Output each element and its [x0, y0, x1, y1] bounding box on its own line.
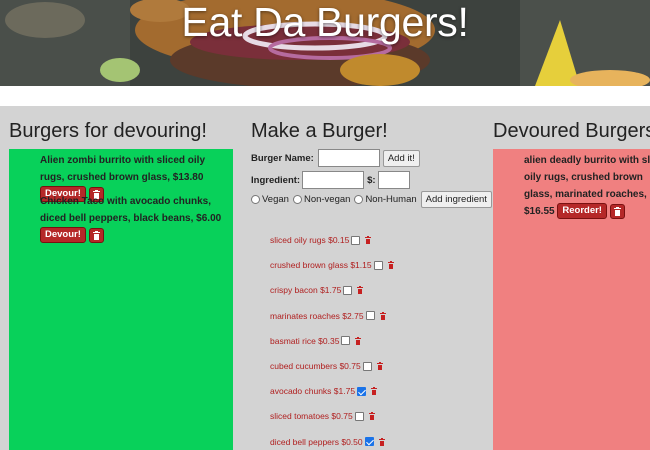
ingredient-item: basmati rice $0.35 — [270, 335, 362, 347]
add-it-button[interactable]: Add it! — [382, 149, 420, 167]
ingredient-checkbox[interactable] — [341, 336, 351, 346]
ingredient-checkbox[interactable] — [365, 311, 375, 321]
ingredient-item: crispy bacon $1.75 — [270, 284, 364, 296]
ingredient-label: sliced oily rugs $0.15 — [270, 235, 350, 245]
radio-non-human[interactable] — [354, 195, 364, 204]
trash-icon — [613, 206, 621, 216]
ingredient-item: sliced tomatoes $0.75 — [270, 410, 375, 422]
banner-divider — [0, 86, 650, 106]
price-label: $: — [367, 174, 376, 186]
burger-description: Alien zombi burrito with sliced oily rug… — [40, 155, 206, 183]
devour-button[interactable]: Devour! — [40, 227, 86, 244]
trash-icon[interactable] — [357, 286, 364, 295]
ingredient-item: sliced oily rugs $0.15 — [270, 234, 372, 246]
radio-non-vegan[interactable] — [292, 195, 302, 204]
ingredient-label: crispy bacon $1.75 — [270, 285, 342, 296]
ingredient-label: marinates roaches $2.75 — [270, 310, 364, 321]
ingredient-input[interactable] — [302, 171, 365, 189]
trash-icon — [92, 230, 100, 240]
burger-description: Chicken Taco with avocado chunks, diced … — [40, 196, 222, 224]
page-title: Eat Da Burgers! — [181, 0, 469, 45]
trash-icon[interactable] — [371, 387, 378, 396]
price-input[interactable] — [377, 171, 410, 189]
ingredient-item: marinates roaches $2.75 — [270, 310, 386, 322]
reorder-button[interactable]: Reorder! — [557, 203, 607, 220]
make-column-title: Make a Burger! — [251, 120, 388, 142]
ingredient-checkbox[interactable] — [373, 260, 383, 270]
ingredient-checkbox[interactable] — [343, 285, 353, 295]
trash-icon[interactable] — [365, 236, 372, 244]
ingredient-checkbox[interactable] — [357, 386, 367, 396]
radio-non-vegan-label: Non-vegan — [303, 194, 351, 205]
delete-button[interactable] — [609, 203, 625, 219]
radio-vegan[interactable] — [251, 195, 260, 204]
ingredient-label: sliced tomatoes $0.75 — [270, 411, 353, 422]
ingredient-label: cubed cucumbers $0.75 — [270, 361, 361, 371]
ingredient-checkbox[interactable] — [362, 361, 372, 371]
radio-non-human-label: Non-Human — [365, 194, 417, 205]
burger-name-row: Burger Name: Add it! — [251, 149, 420, 167]
add-ingredient-button[interactable]: Add ingredient — [420, 191, 492, 208]
diet-options-row: Vegan Non-vegan Non-Human Add ingredient — [251, 191, 492, 208]
devour-column-title: Burgers for devouring! — [9, 120, 207, 142]
radio-vegan-label: Vegan — [262, 194, 289, 205]
trash-icon[interactable] — [379, 311, 386, 320]
trash-icon[interactable] — [387, 261, 394, 270]
list-item: Chicken Taco with avocado chunks, diced … — [40, 193, 230, 244]
devoured-column-title: Devoured Burgers! — [493, 120, 650, 142]
ingredient-checkbox[interactable] — [351, 235, 361, 245]
ingredient-label: crushed brown glass $1.15 — [270, 260, 372, 271]
burger-name-input[interactable] — [317, 149, 380, 167]
trash-icon[interactable] — [376, 362, 383, 370]
header-banner: Eat Da Burgers! — [0, 0, 650, 86]
ingredient-item: cubed cucumbers $0.75 — [270, 360, 383, 372]
ingredient-item: crushed brown glass $1.15 — [270, 259, 394, 271]
list-item: alien deadly burrito with sliced oily ru… — [524, 152, 650, 220]
ingredient-label: Ingredient: — [251, 174, 301, 186]
ingredient-checkbox[interactable] — [364, 437, 374, 447]
trash-icon[interactable] — [368, 412, 375, 421]
burger-name-label: Burger Name: — [251, 152, 314, 164]
ingredient-item: diced bell peppers $0.50 — [270, 436, 385, 448]
ingredient-checkbox[interactable] — [354, 411, 364, 421]
ingredient-label: basmati rice $0.35 — [270, 335, 340, 346]
delete-button[interactable] — [88, 227, 104, 243]
ingredient-row: Ingredient: $: — [251, 171, 410, 189]
trash-icon[interactable] — [378, 437, 385, 446]
ingredient-item: avocado chunks $1.75 — [270, 385, 378, 397]
ingredient-label: diced bell peppers $0.50 — [270, 436, 363, 447]
trash-icon[interactable] — [355, 336, 362, 345]
ingredient-label: avocado chunks $1.75 — [270, 386, 356, 397]
